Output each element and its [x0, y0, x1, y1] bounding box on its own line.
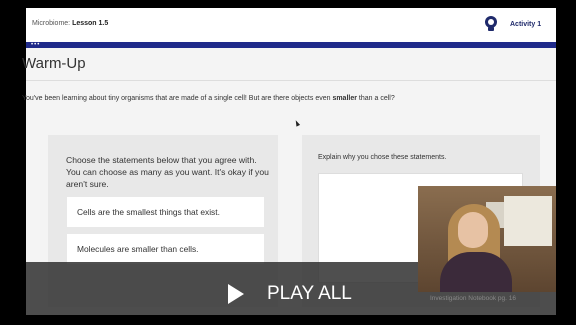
lightbulb-icon	[485, 16, 497, 31]
warmup-prompt: You've been learning about tiny organism…	[22, 95, 522, 102]
presenter-webcam	[418, 186, 556, 292]
lesson-prefix: Microbiome:	[32, 20, 71, 27]
top-bar: Microbiome: Lesson 1.5 Activity 1	[26, 8, 556, 42]
prompt-text-end: than a cell?	[356, 95, 395, 102]
progress-bar: •••	[26, 42, 556, 48]
presenter-body	[440, 252, 512, 292]
explanation-instructions: Explain why you chose these statements.	[318, 154, 447, 161]
webcam-whiteboard	[504, 196, 552, 246]
prompt-text-start: You've been learning about tiny organism…	[22, 95, 333, 102]
play-icon[interactable]	[228, 284, 244, 304]
progress-dots[interactable]: •••	[31, 42, 40, 48]
prompt-emphasis: smaller	[332, 95, 357, 102]
video-frame: Microbiome: Lesson 1.5 Activity 1 ••• Wa…	[0, 0, 576, 325]
page-title: Warm-Up	[22, 55, 86, 72]
notebook-reference: Investigation Notebook pg. 16	[430, 295, 517, 302]
statements-instructions: Choose the statements below that you agr…	[66, 155, 269, 189]
play-all-button[interactable]: PLAY ALL	[267, 283, 352, 305]
statement-option-2[interactable]: Molecules are smaller than cells.	[67, 234, 264, 264]
lesson-name: Lesson 1.5	[72, 20, 109, 27]
lesson-title: Microbiome: Lesson 1.5	[32, 20, 108, 27]
presenter-face	[458, 212, 488, 248]
activity-label[interactable]: Activity 1	[510, 21, 541, 28]
divider	[26, 80, 556, 81]
statement-option-1[interactable]: Cells are the smallest things that exist…	[67, 197, 264, 227]
